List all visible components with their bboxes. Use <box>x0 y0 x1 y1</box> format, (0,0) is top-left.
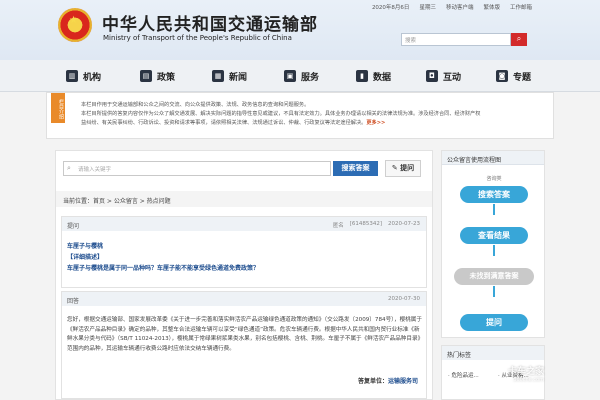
question-date: 2020-07-23 <box>388 221 420 227</box>
question-card: 提问 匿名 [61485342] 2020-07-23 车厘子与樱桃 【详细描述… <box>61 216 427 288</box>
main-panel: ⌕ 请输入关键字 搜索答案 ✎ 提问 当前位置：首页 > 公众留言 > 热点问题… <box>55 150 433 400</box>
intro-badge: 栏目介绍 <box>51 93 65 123</box>
answer-card-header: 回答 2020-07-30 <box>62 292 426 306</box>
nav-label: 政策 <box>157 72 176 83</box>
flow-arrow <box>493 286 495 297</box>
weekday-text: 星期三 <box>419 5 436 11</box>
nav-label: 数据 <box>373 72 392 83</box>
building-icon: ▥ <box>66 70 78 82</box>
site-search-button[interactable]: ⌕ <box>511 33 527 46</box>
flow-step-label: 咨询类 <box>486 176 502 182</box>
more-link[interactable]: 更多>> <box>366 120 385 126</box>
site-title[interactable]: 中华人民共和国交通运输部 <box>102 10 318 35</box>
flow-not-found-step: 未找到满意答案 <box>454 268 534 285</box>
site-search-input[interactable]: 搜索 <box>401 33 511 46</box>
column-intro: 栏目介绍 本栏目作用于交通运输部和公众之间的交流、向公众提供政策、法规、政务信息… <box>46 92 554 139</box>
news-icon: ▦ <box>212 70 224 82</box>
nav-item-news[interactable]: ▦ 新闻 <box>212 68 247 84</box>
site-header: 2020年8月6日 星期三 移动客户端 繁体版 工作邮箱 ★ 中华人民共和国交通… <box>0 0 600 60</box>
flow-arrow <box>493 245 495 256</box>
intro-line: 益纠纷、有关民事纠纷、行政诉讼、投资和请求等事项，请依照相关法律、法规通过诉讼、… <box>81 120 386 126</box>
answer-body: 您好，根据交通运输部、国家发展改革委《关于进一步完善和落实鲜活农产品运输绿色通道… <box>67 317 422 352</box>
nav-item-service[interactable]: ▣ 服务 <box>284 68 319 84</box>
intro-text: 本栏目作用于交通运输部和公众之间的交流、向公众提供政策、法规、政务信息的查询和问… <box>81 101 551 128</box>
search-icon: ⌕ <box>516 34 522 43</box>
flow-title: 公众留言使用流程图 <box>442 151 544 165</box>
work-email-link[interactable]: 工作邮箱 <box>510 3 532 11</box>
author-text: 匿名 <box>332 223 344 229</box>
data-icon: ▮ <box>356 70 368 82</box>
answer-signature: 答复单位：运输服务司 <box>357 378 418 385</box>
nav-item-data[interactable]: ▮ 数据 <box>356 68 391 84</box>
answer-meta: 2020-07-30 <box>388 296 420 302</box>
mobile-client-link[interactable]: 移动客户端 <box>446 3 474 11</box>
answer-label: 回答 <box>67 298 80 305</box>
flow-ask-button[interactable]: 提问 <box>460 314 528 331</box>
question-detail-label: 【详细描述】 <box>67 254 104 261</box>
watermark: 卡车之家 360che.com <box>508 367 545 383</box>
search-answer-button[interactable]: 搜索答案 <box>333 161 378 176</box>
nav-label: 新闻 <box>229 72 248 83</box>
intro-line: 本栏目作用于交通运输部和公众之间的交流、向公众提供政策、法规、政务信息的查询和问… <box>81 102 310 108</box>
flow-search-answer-button[interactable]: 搜索答案 <box>460 186 528 203</box>
hot-tags-title: 热门标签 <box>442 346 544 360</box>
question-label: 提问 <box>67 223 80 230</box>
flow-arrow <box>493 204 495 215</box>
pencil-icon: ✎ <box>391 164 398 172</box>
hot-tag-item[interactable]: · 危险品运... <box>448 371 479 379</box>
question-title: 车厘子与樱桃 <box>67 243 104 250</box>
answer-card: 回答 2020-07-30 您好，根据交通运输部、国家发展改革委《关于进一步完善… <box>61 291 427 399</box>
date-text: 2020年8月6日 <box>371 5 410 11</box>
policy-icon: ▤ <box>140 70 152 82</box>
nav-label: 互动 <box>443 72 462 83</box>
nav-item-org[interactable]: ▥ 机构 <box>66 68 101 84</box>
national-emblem-logo[interactable]: ★ <box>58 8 92 42</box>
question-card-header: 提问 匿名 [61485342] 2020-07-23 <box>62 217 426 231</box>
nav-item-interaction[interactable]: ◘ 互动 <box>426 68 461 84</box>
site-subtitle: Ministry of Transport of the People's Re… <box>103 34 292 42</box>
flow-view-result-button[interactable]: 查看结果 <box>460 227 528 244</box>
traditional-chinese-link[interactable]: 繁体版 <box>483 3 500 11</box>
nav-label: 专题 <box>513 72 532 83</box>
keyword-search-input[interactable]: 请输入关键字 <box>63 161 331 176</box>
breadcrumb: 当前位置：首页 > 公众留言 > 热点问题 <box>56 191 432 207</box>
ask-question-button[interactable]: ✎ 提问 <box>385 160 421 177</box>
main-nav: ▥ 机构 ▤ 政策 ▦ 新闻 ▣ 服务 ▮ 数据 ◘ 互动 ◙ 专题 <box>0 60 600 92</box>
nav-label: 服务 <box>301 72 320 83</box>
usage-flow-panel: 公众留言使用流程图 咨询类 搜索答案 查看结果 未找到满意答案 提问 <box>441 150 545 338</box>
service-icon: ▣ <box>284 70 296 82</box>
nav-label: 机构 <box>83 72 102 83</box>
nav-item-topic[interactable]: ◙ 专题 <box>496 68 531 84</box>
answer-unit: 运输服务司 <box>387 378 418 385</box>
nav-item-policy[interactable]: ▤ 政策 <box>140 68 175 84</box>
question-body: 车厘子与樱桃是属于同一品种吗？车厘子能不能享受绿色通道免费政策？ <box>67 265 260 272</box>
top-bar: 2020年8月6日 星期三 移动客户端 繁体版 工作邮箱 <box>372 3 532 11</box>
question-id: [61485342] <box>349 221 383 227</box>
question-meta: 匿名 [61485342] 2020-07-23 <box>333 221 420 229</box>
topic-icon: ◙ <box>496 70 508 82</box>
chat-icon: ◘ <box>426 70 438 82</box>
answer-date: 2020-07-30 <box>388 296 420 302</box>
intro-line: 本栏目所提供的答复内容仅作为公众了解交通发展、解决实际问题的指导性意见或建议，不… <box>81 111 481 117</box>
